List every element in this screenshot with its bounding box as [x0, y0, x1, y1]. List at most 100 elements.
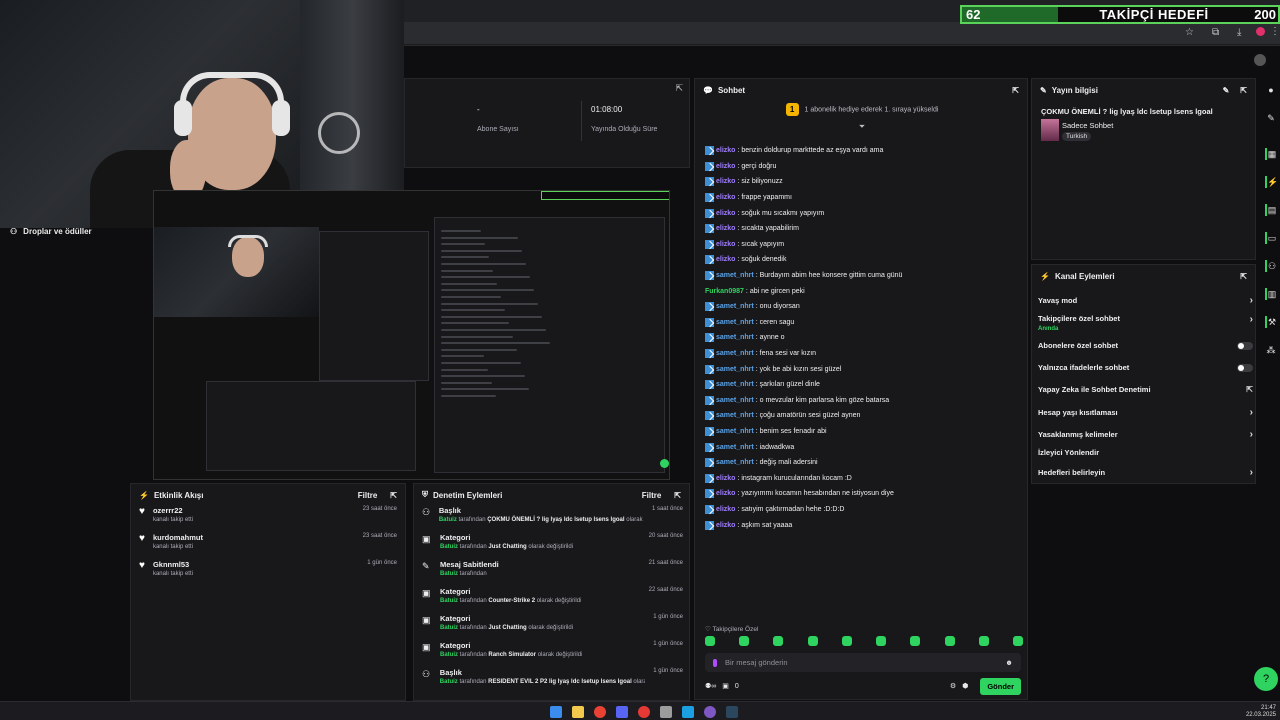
pen-icon[interactable]: ✎ [1265, 112, 1277, 124]
chat-username[interactable]: samet_nhrt [716, 303, 754, 310]
chat-message[interactable]: elizko: benzin doldurup markttede az eşy… [705, 143, 1025, 159]
chat-message[interactable]: samet_nhrt: iadwadkwa [705, 439, 1025, 455]
pinned-message[interactable]: 1 1 abonelik hediye ederek 1. sıraya yük… [695, 103, 1029, 132]
subs-chat-row[interactable]: Abonelere özel sohbet [1038, 341, 1253, 350]
emote-icon[interactable] [910, 636, 921, 646]
emote-icon[interactable] [705, 636, 715, 646]
help-button[interactable]: ? [1254, 667, 1278, 691]
slow-mode-row[interactable]: Yavaş mod › [1038, 295, 1253, 306]
mod-action-item[interactable]: ✎ Mesaj Sabitlendi Batuiz tarafından 21 saa… [414, 560, 689, 587]
chat-username[interactable]: samet_nhrt [716, 397, 754, 404]
steam-icon[interactable] [726, 706, 738, 718]
chat-username[interactable]: samet_nhrt [716, 334, 754, 341]
chat-username[interactable]: samet_nhrt [716, 272, 754, 279]
grid-icon[interactable]: ▥ [1265, 288, 1277, 300]
activity-item[interactable]: ♥ kurdomahmut kanalı takip etti 23 saat önc… [131, 533, 405, 560]
discord-icon[interactable] [616, 706, 628, 718]
folder-icon[interactable] [572, 706, 584, 718]
share-icon[interactable]: ⁂ [1265, 344, 1277, 356]
shield-icon[interactable]: ⬢ [962, 682, 968, 690]
chat-message[interactable]: elizko: yazıyımmı kocamın hesabından ne … [705, 486, 1025, 502]
chat-message[interactable]: elizko: instagram kurucularından kocam :… [705, 470, 1025, 486]
chat-message[interactable]: samet_nhrt: yok be abi kızın sesi güzel [705, 361, 1025, 377]
mod-filter-button[interactable]: Filtre [642, 491, 662, 500]
tools-icon[interactable]: ⚒ [1265, 316, 1277, 328]
raid-row[interactable]: İzleyici Yönlendir [1038, 448, 1253, 457]
chat-message[interactable]: samet_nhrt: çoğu amatörün sesi güzel ayn… [705, 408, 1025, 424]
activity-item[interactable]: ♥ ozerrr22 kanalı takip etti 23 saat önce [131, 506, 405, 533]
chat-message[interactable]: samet_nhrt: Burdayım abim hee konsere gi… [705, 268, 1025, 284]
chat-username[interactable]: samet_nhrt [716, 459, 754, 466]
users-icon[interactable]: ⚇ [1265, 260, 1277, 272]
chat-username[interactable]: elizko [716, 490, 735, 497]
chat-username[interactable]: samet_nhrt [716, 319, 754, 326]
live-icon[interactable]: ● [1265, 84, 1277, 96]
chat-username[interactable]: elizko [716, 178, 735, 185]
chat-icon[interactable]: ▭ [1265, 232, 1277, 244]
mod-action-item[interactable]: ▣ Kategori Batuiz tarafından Counter-Strik… [414, 587, 689, 614]
chrome-icon[interactable] [594, 706, 606, 718]
account-age-row[interactable]: Hesap yaşı kısıtlaması › [1038, 407, 1253, 418]
chat-message[interactable]: Furkan0987: abi ne gircen peki [705, 283, 1025, 299]
chat-username[interactable]: samet_nhrt [716, 350, 754, 357]
emoji-icon[interactable]: ☻ [1005, 658, 1013, 667]
emote-icon[interactable] [807, 636, 818, 646]
emote-icon[interactable] [841, 636, 852, 646]
drops-rewards[interactable]: ⚇ Droplar ve ödüller [0, 222, 130, 240]
chat-username[interactable]: samet_nhrt [716, 412, 754, 419]
popout-icon[interactable]: ⇱ [675, 83, 683, 94]
emote-chat-row[interactable]: Yalnızca ifadelerle sohbet [1038, 363, 1253, 372]
edge-icon[interactable] [682, 706, 694, 718]
popout-icon[interactable]: ⇱ [1012, 86, 1019, 95]
chat-message[interactable]: samet_nhrt: ceren sagu [705, 315, 1025, 331]
settings-icon[interactable]: ⚙ [950, 682, 956, 690]
star-icon[interactable]: ☆ [1185, 27, 1194, 38]
popout-icon[interactable]: ⇱ [1240, 272, 1247, 281]
users-icon[interactable]: ⚉∞ [705, 682, 716, 690]
mod-action-item[interactable]: ⚇ Başlık Batuiz tarafından ÇOKMU ÖNEMLİ ? … [414, 506, 689, 533]
chat-username[interactable]: elizko [716, 256, 735, 263]
chat-message[interactable]: samet_nhrt: benim ses fenadır abi [705, 424, 1025, 440]
chat-message[interactable]: elizko: soğuk denedik [705, 252, 1025, 268]
extensions-icon[interactable]: ⧉ [1212, 27, 1219, 38]
goals-row[interactable]: Hedefleri belirleyin › [1038, 467, 1253, 478]
chat-message[interactable]: samet_nhrt: o mevzular kim parlarsa kim … [705, 393, 1025, 409]
gift-icon[interactable]: ▣ [722, 682, 729, 690]
popout-icon[interactable]: ⇱ [390, 491, 397, 500]
ai-moderation-row[interactable]: Yapay Zeka ile Sohbet Denetimi ⇱ [1038, 385, 1253, 394]
chat-username[interactable]: elizko [716, 194, 735, 201]
chat-username[interactable]: elizko [716, 147, 735, 154]
obs-icon[interactable] [660, 706, 672, 718]
chat-username[interactable]: samet_nhrt [716, 381, 754, 388]
stream-preview[interactable] [153, 190, 670, 480]
chat-message[interactable]: elizko: aşkım sat yaaaa [705, 517, 1025, 533]
chat-message[interactable]: elizko: gerçi doğru [705, 159, 1025, 175]
app-icon[interactable] [704, 706, 716, 718]
subs-chat-toggle[interactable] [1237, 341, 1253, 350]
send-button[interactable]: Gönder [980, 677, 1021, 695]
edit-icon[interactable]: ✎ [1223, 86, 1230, 95]
chat-username[interactable]: elizko [716, 225, 735, 232]
opera-icon[interactable] [638, 706, 650, 718]
activity-item[interactable]: ♥ Gknnml53 kanalı takip etti 1 gün önce [131, 560, 405, 587]
chat-message[interactable]: elizko: sıcakta yapabilirim [705, 221, 1025, 237]
chat-message[interactable]: elizko: sıcak yapıyım [705, 237, 1025, 253]
profile-icon[interactable] [1256, 27, 1265, 36]
chat-message[interactable]: samet_nhrt: fena sesi var kızın [705, 346, 1025, 362]
chat-message[interactable]: samet_nhrt: aynne o [705, 330, 1025, 346]
chat-message[interactable]: samet_nhrt: onu diyorsan [705, 299, 1025, 315]
mod-action-item[interactable]: ▣ Kategori Batuiz tarafından Just Chatting… [414, 614, 689, 641]
chat-username[interactable]: elizko [716, 506, 735, 513]
windows-icon[interactable] [550, 706, 562, 718]
emote-icon[interactable] [739, 636, 750, 646]
download-icon[interactable]: ⤓ [1237, 27, 1241, 38]
chat-username[interactable]: samet_nhrt [716, 444, 754, 451]
chat-username[interactable]: elizko [716, 241, 735, 248]
mod-action-item[interactable]: ▣ Kategori Batuiz tarafından Ranch Simulat… [414, 641, 689, 668]
chat-username[interactable]: elizko [716, 522, 735, 529]
chat-message[interactable]: elizko: soğuk mu sıcakmı yapıyım [705, 205, 1025, 221]
chat-message[interactable]: elizko: siz biliyonuzz [705, 174, 1025, 190]
chat-message[interactable]: samet_nhrt: değiş mali adersini [705, 455, 1025, 471]
chat-message[interactable]: samet_nhrt: şarkıları güzel dinle [705, 377, 1025, 393]
chat-username[interactable]: elizko [716, 210, 735, 217]
